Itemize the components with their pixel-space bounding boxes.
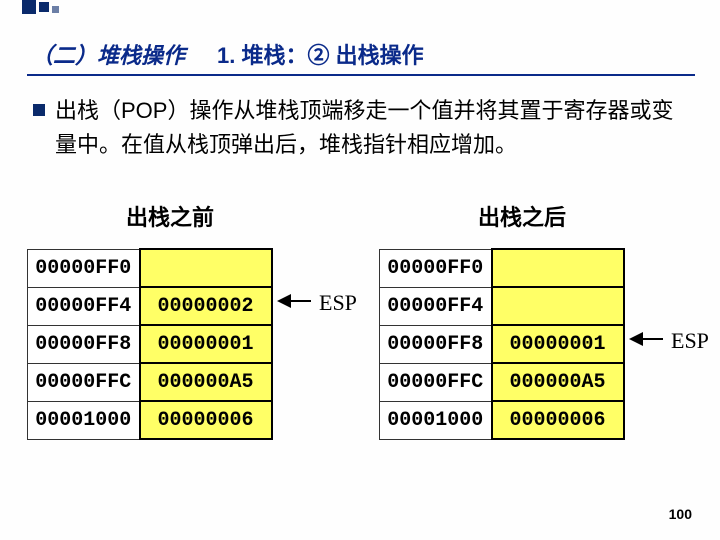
table-row: 0000100000000006 — [28, 401, 272, 439]
esp-label-before: ESP — [319, 290, 357, 316]
table-row: 00000FF0 — [380, 249, 624, 287]
val-cell — [492, 287, 624, 325]
table-row: 00000FF800000001 — [28, 325, 272, 363]
table-row: 00000FF4 — [380, 287, 624, 325]
after-title: 出栈之后 — [349, 200, 695, 232]
val-cell: 00000006 — [140, 401, 272, 439]
val-cell: 00000002 — [140, 287, 272, 325]
after-stack-table: 00000FF0 00000FF4 00000FF800000001 00000… — [379, 248, 625, 440]
arrow-left-icon — [277, 294, 291, 308]
slide-header: （二）堆栈操作 1. 堆栈：② 出栈操作 — [31, 38, 695, 70]
val-cell — [492, 249, 624, 287]
esp-label-after: ESP — [671, 328, 709, 354]
table-row: 00000FFC000000A5 — [28, 363, 272, 401]
val-cell: 00000001 — [140, 325, 272, 363]
table-row: 00000FFC000000A5 — [380, 363, 624, 401]
subsection-title: 1. 堆栈：② 出栈操作 — [217, 38, 424, 70]
arrow-left-icon — [629, 332, 643, 346]
before-diagram: 出栈之前 00000FF0 00000FF400000002 00000FF80… — [27, 200, 343, 440]
addr-cell: 00001000 — [28, 401, 140, 439]
addr-cell: 00000FF4 — [28, 287, 140, 325]
table-row: 00000FF0 — [28, 249, 272, 287]
val-cell — [140, 249, 272, 287]
val-cell: 000000A5 — [140, 363, 272, 401]
val-cell: 000000A5 — [492, 363, 624, 401]
arrow-line — [291, 300, 311, 302]
table-row: 00000FF800000001 — [380, 325, 624, 363]
before-stack-table: 00000FF0 00000FF400000002 00000FF8000000… — [27, 248, 273, 440]
section-title: （二）堆栈操作 — [31, 38, 185, 70]
page-number: 100 — [669, 506, 692, 522]
body-paragraph: 出栈（POP）操作从堆栈顶端移走一个值并将其置于寄存器或变量中。在值从栈顶弹出后… — [33, 94, 695, 162]
table-row: 00000FF400000002 — [28, 287, 272, 325]
addr-cell: 00000FF0 — [380, 249, 492, 287]
after-diagram: 出栈之后 00000FF0 00000FF4 00000FF800000001 … — [379, 200, 695, 440]
val-cell: 00000001 — [492, 325, 624, 363]
stack-diagrams: 出栈之前 00000FF0 00000FF400000002 00000FF80… — [27, 200, 695, 440]
addr-cell: 00000FF0 — [28, 249, 140, 287]
addr-cell: 00000FF4 — [380, 287, 492, 325]
addr-cell: 00000FF8 — [380, 325, 492, 363]
val-cell: 00000006 — [492, 401, 624, 439]
paragraph-text: 出栈（POP）操作从堆栈顶端移走一个值并将其置于寄存器或变量中。在值从栈顶弹出后… — [55, 94, 695, 162]
header-rule — [27, 74, 695, 76]
before-title: 出栈之前 — [0, 200, 343, 232]
arrow-line — [643, 338, 663, 340]
addr-cell: 00000FFC — [28, 363, 140, 401]
addr-cell: 00000FF8 — [28, 325, 140, 363]
table-row: 0000100000000006 — [380, 401, 624, 439]
addr-cell: 00001000 — [380, 401, 492, 439]
corner-decoration — [22, 0, 59, 14]
addr-cell: 00000FFC — [380, 363, 492, 401]
bullet-icon — [33, 104, 45, 116]
